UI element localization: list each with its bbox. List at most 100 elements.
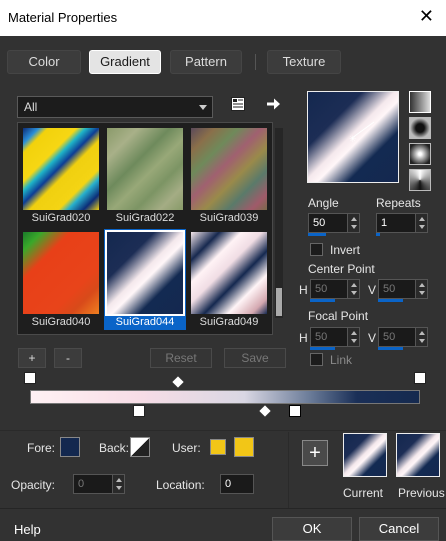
invert-checkbox[interactable] <box>310 243 323 256</box>
tab-pattern[interactable]: Pattern <box>170 50 242 74</box>
spin-up-icon[interactable] <box>419 331 425 335</box>
gradient-swatch <box>191 128 267 210</box>
opacity-label: Opacity: <box>11 478 56 492</box>
color-midpoint-handle[interactable] <box>259 405 271 417</box>
close-icon[interactable]: ✕ <box>419 7 434 25</box>
location-input[interactable]: 0 <box>220 474 254 494</box>
spin-down-icon[interactable] <box>351 339 357 343</box>
spin-up-icon[interactable] <box>116 478 122 482</box>
focal-h-slider-bar[interactable] <box>310 347 335 350</box>
angle-slider-bar[interactable] <box>308 233 326 236</box>
library-scrollbar[interactable] <box>275 128 283 318</box>
opacity-value: 0 <box>78 478 85 490</box>
link-label: Link <box>330 353 353 367</box>
tab-texture[interactable]: Texture <box>267 50 341 74</box>
gradient-item-label: SuiGrad039 <box>199 212 259 224</box>
scrollbar-thumb[interactable] <box>276 288 282 316</box>
spin-up-icon[interactable] <box>351 331 357 335</box>
tab-divider <box>255 54 256 70</box>
repeats-value: 1 <box>381 217 388 229</box>
ok-button[interactable]: OK <box>272 517 352 541</box>
color-stop-handle[interactable] <box>289 405 301 417</box>
repeats-slider-bar[interactable] <box>376 233 380 236</box>
reset-button[interactable]: Reset <box>150 348 212 368</box>
center-h-input[interactable]: 50 <box>310 279 360 299</box>
gradient-item[interactable]: SuiGrad049 <box>188 229 270 330</box>
gradient-item[interactable]: SuiGrad040 <box>20 229 102 330</box>
opacity-midpoint-handle[interactable] <box>172 376 184 388</box>
gradient-item-label: SuiGrad020 <box>31 212 91 224</box>
link-checkbox[interactable] <box>310 353 323 366</box>
current-swatch[interactable] <box>343 433 387 477</box>
chevron-down-icon <box>199 105 207 110</box>
focal-h-label: H <box>299 331 308 345</box>
center-h-slider-bar[interactable] <box>310 299 335 302</box>
opacity-input[interactable]: 0 <box>73 474 125 494</box>
center-v-slider-bar[interactable] <box>378 299 403 302</box>
rectangular-style-button[interactable] <box>409 117 431 139</box>
spinner-buttons[interactable] <box>347 280 359 298</box>
opacity-stop-handle[interactable] <box>24 372 36 384</box>
gradient-item-selected[interactable]: SuiGrad044 <box>104 229 186 330</box>
spin-down-icon[interactable] <box>419 291 425 295</box>
center-v-label: V <box>368 283 377 297</box>
gradient-item[interactable]: SuiGrad022 <box>104 125 186 226</box>
spin-up-icon[interactable] <box>419 217 425 221</box>
spin-down-icon[interactable] <box>419 339 425 343</box>
spin-up-icon[interactable] <box>419 283 425 287</box>
spin-up-icon[interactable] <box>351 217 357 221</box>
opacity-stop-handle[interactable] <box>414 372 426 384</box>
previous-swatch[interactable] <box>396 433 440 477</box>
angle-value: 50 <box>313 217 326 229</box>
add-swatch-button[interactable]: + <box>302 440 328 466</box>
category-dropdown[interactable]: All <box>17 96 213 118</box>
gradient-item[interactable]: SuiGrad020 <box>20 125 102 226</box>
gradient-editor-bar[interactable] <box>30 390 420 404</box>
spinner-buttons[interactable] <box>415 280 427 298</box>
sunburst-style-button[interactable] <box>409 143 431 165</box>
spin-up-icon[interactable] <box>351 283 357 287</box>
gradient-swatch <box>191 232 267 314</box>
spin-down-icon[interactable] <box>351 225 357 229</box>
arrow-right-icon[interactable] <box>265 96 281 112</box>
focal-h-value: 50 <box>315 331 328 343</box>
color-stop-handle[interactable] <box>133 405 145 417</box>
angle-label: Angle <box>308 196 339 210</box>
focal-h-input[interactable]: 50 <box>310 327 360 347</box>
spin-down-icon[interactable] <box>351 291 357 295</box>
tab-gradient[interactable]: Gradient <box>89 50 161 74</box>
help-button[interactable]: Help <box>14 522 41 537</box>
spinner-buttons[interactable] <box>347 214 359 232</box>
tab-color[interactable]: Color <box>7 50 81 74</box>
spin-down-icon[interactable] <box>116 486 122 490</box>
repeats-input[interactable]: 1 <box>376 213 428 233</box>
spinner-buttons[interactable] <box>415 214 427 232</box>
back-label: Back: <box>99 441 130 455</box>
user-color-swatch[interactable] <box>234 437 254 457</box>
save-button[interactable]: Save <box>224 348 286 368</box>
spinner-buttons[interactable] <box>415 328 427 346</box>
focal-v-input[interactable]: 50 <box>378 327 428 347</box>
svg-text:✳: ✳ <box>349 135 357 145</box>
gradient-swatch <box>23 128 99 210</box>
gradient-library-grid: SuiGrad020 SuiGrad022 SuiGrad039 SuiGrad… <box>17 122 273 335</box>
center-v-input[interactable]: 50 <box>378 279 428 299</box>
view-mode-icon[interactable] <box>230 96 246 112</box>
footer-divider <box>0 508 446 509</box>
gradient-preview[interactable]: ✳ <box>307 91 399 183</box>
spinner-buttons[interactable] <box>112 475 124 493</box>
add-gradient-button[interactable]: + <box>18 348 46 368</box>
fore-color-swatch[interactable] <box>60 437 80 457</box>
angle-input[interactable]: 50 <box>308 213 360 233</box>
linear-style-button[interactable] <box>409 91 431 113</box>
radial-style-button[interactable] <box>409 169 431 191</box>
user-color-small[interactable] <box>210 439 226 455</box>
remove-gradient-button[interactable]: - <box>54 348 82 368</box>
focal-v-slider-bar[interactable] <box>378 347 403 350</box>
spinner-buttons[interactable] <box>347 328 359 346</box>
spin-down-icon[interactable] <box>419 225 425 229</box>
focal-v-value: 50 <box>383 331 396 343</box>
gradient-item[interactable]: SuiGrad039 <box>188 125 270 226</box>
back-color-swatch[interactable] <box>130 437 150 457</box>
cancel-button[interactable]: Cancel <box>359 517 439 541</box>
